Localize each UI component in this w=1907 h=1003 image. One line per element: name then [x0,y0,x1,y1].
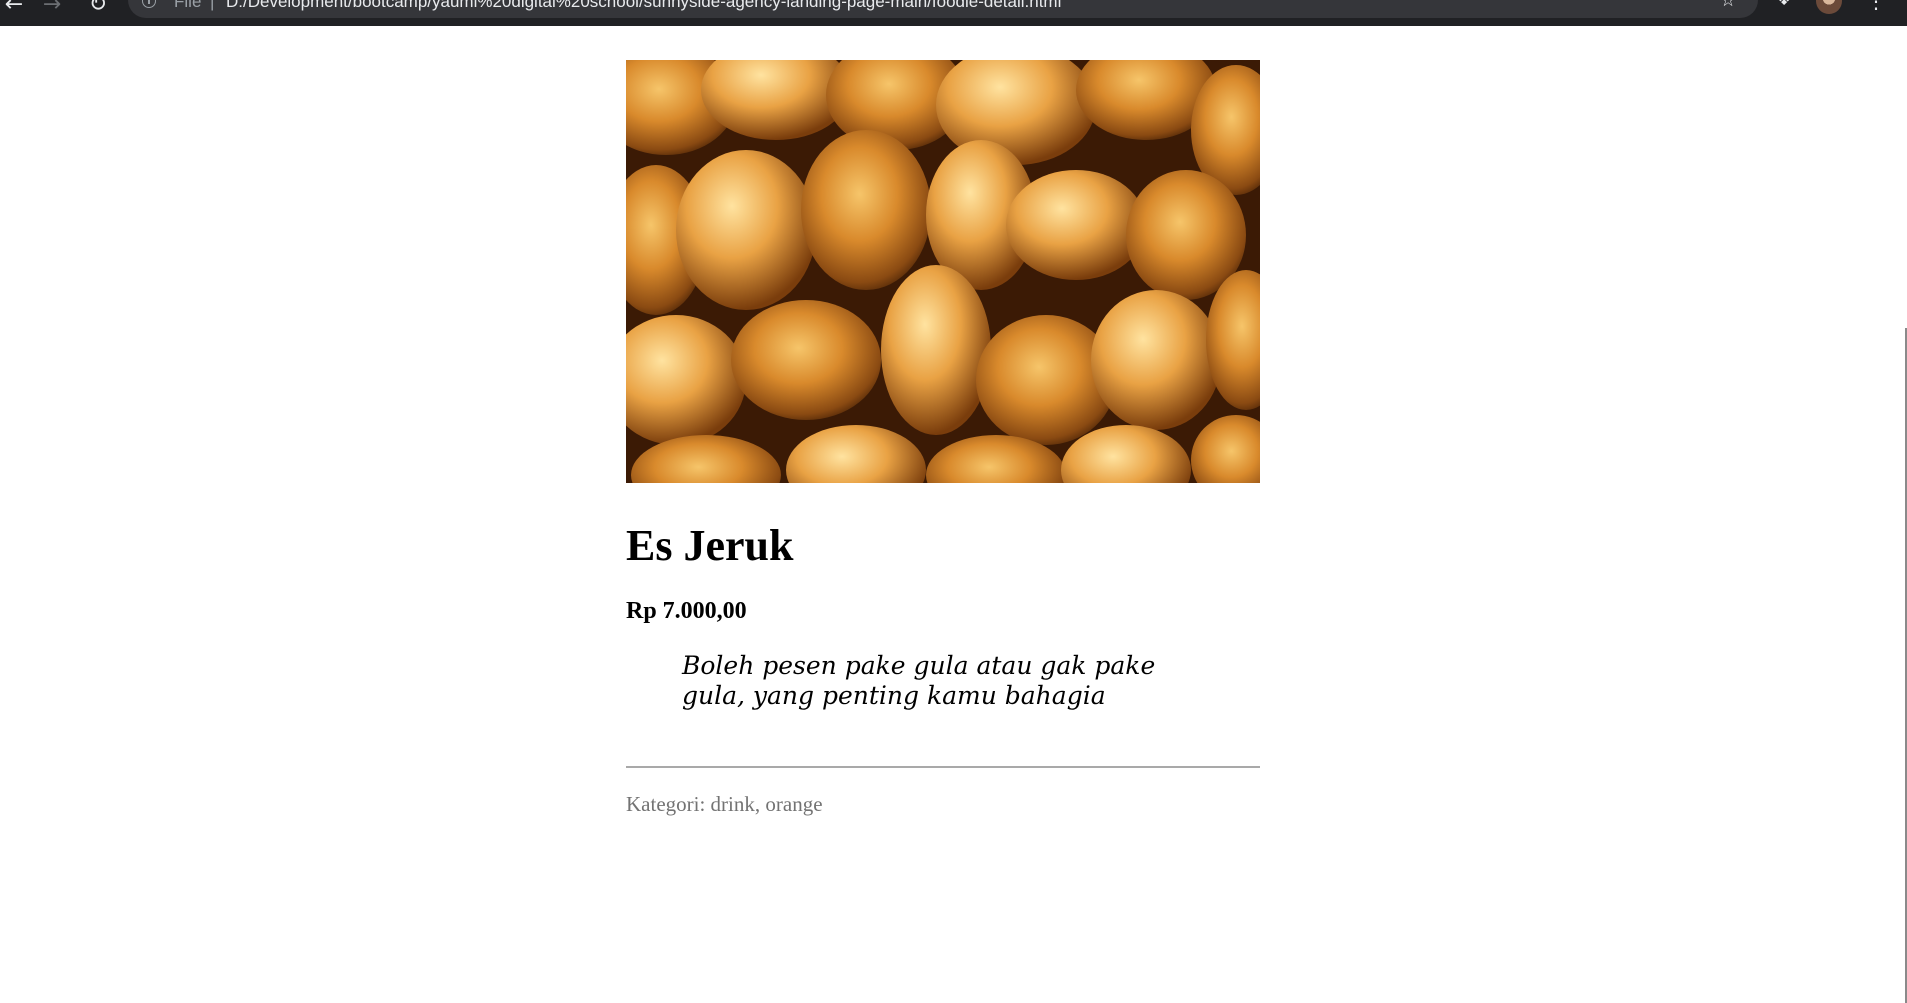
product-image [626,60,1260,483]
url-text[interactable]: D:/Development/bootcamp/yaumi%20digital%… [226,0,1061,12]
star-icon[interactable]: ☆ [1720,0,1736,12]
product-category: Kategori: drink, orange [626,792,823,816]
forward-arrow-icon[interactable]: → [38,0,66,18]
back-arrow-icon[interactable]: ← [0,0,28,18]
reload-icon[interactable]: ↻ [84,0,112,18]
scheme-separator: | [210,0,215,11]
product-price: Rp 7.000,00 [626,598,747,624]
avatar[interactable] [1816,0,1842,14]
product-description: Boleh pesen pake gula atau gak pake gula… [682,651,1162,711]
scheme-label: File [174,0,202,11]
divider [626,766,1260,768]
puzzle-icon[interactable]: ❖ [1776,0,1794,9]
description-line: Boleh pesen pake gula atau gak pake [682,651,1156,680]
description-line: gula, yang penting kamu bahagia [682,681,1106,710]
product-title: Es Jeruk [626,521,794,570]
product-detail: Es Jeruk Rp 7.000,00 Boleh pesen pake gu… [626,60,1260,816]
kebab-menu-icon[interactable]: ⋮ [1866,0,1886,11]
browser-toolbar: ← → ↻ File | D:/Development/bootcamp/yau… [0,0,1907,26]
